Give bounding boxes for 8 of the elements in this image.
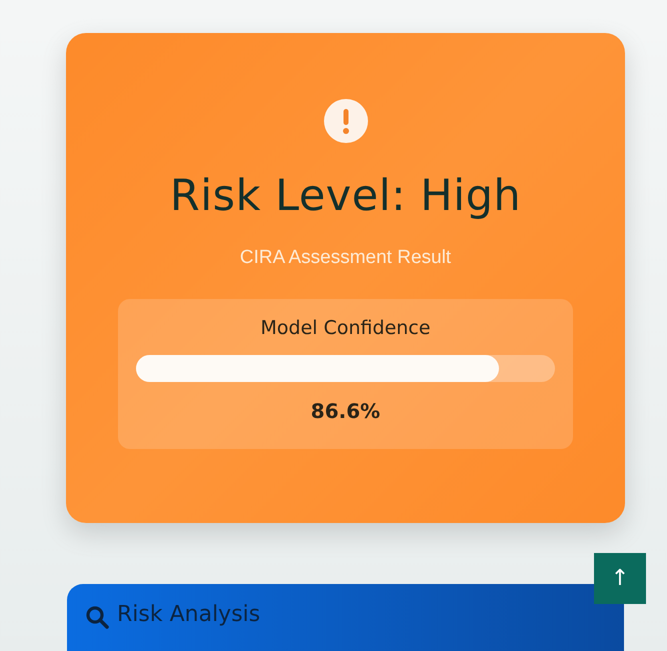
alert-icon <box>324 99 368 143</box>
confidence-value: 86.6% <box>310 399 380 423</box>
section-title: Risk Analysis <box>117 602 260 627</box>
subtitle: CIRA Assessment Result <box>240 247 452 269</box>
back-to-top-button[interactable]: ↑ <box>594 553 646 604</box>
search-icon <box>85 605 109 629</box>
confidence-label: Model Confidence <box>260 317 430 339</box>
risk-level-title: Risk Level: High <box>170 171 522 221</box>
